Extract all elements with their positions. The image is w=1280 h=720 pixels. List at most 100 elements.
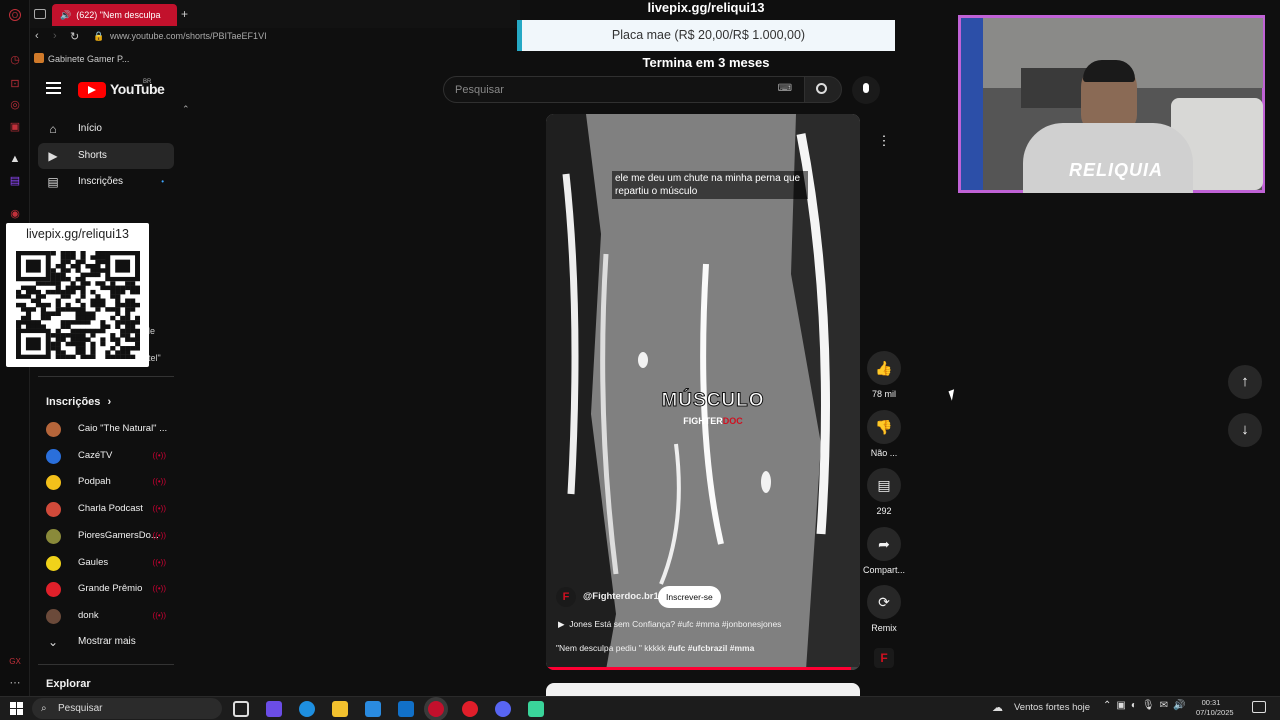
dislike-button[interactable]: 👎 Não ... (862, 410, 906, 458)
search-input[interactable]: Pesquisar ⌨ (443, 76, 805, 103)
obs-icon[interactable] (462, 701, 478, 717)
edge-icon[interactable] (299, 701, 315, 717)
sidebar-item-home[interactable]: ⌂ Início (38, 116, 174, 142)
subscription-item[interactable]: Charla Podcast ((•)) (38, 496, 174, 522)
subscription-item[interactable]: Podpah ((•)) (38, 469, 174, 495)
outlook-icon[interactable] (398, 701, 414, 717)
channel-name[interactable]: @Fighterdoc.br1 (583, 591, 659, 602)
remix-button[interactable]: ⟳ Remix (862, 585, 906, 633)
system-tray-icons[interactable]: ⌃▣◐🎙✉🔊 (1103, 700, 1190, 711)
like-count: 78 mil (871, 389, 896, 399)
subscription-name: Podpah (78, 476, 111, 488)
search-button[interactable] (804, 76, 842, 103)
subscription-item[interactable]: PioresGamersDo... ((•)) (38, 523, 174, 549)
progress-track[interactable] (546, 667, 860, 670)
subscription-item[interactable]: Grande Prêmio ((•)) (38, 576, 174, 602)
gx-icon[interactable]: GX (9, 656, 21, 668)
sidebar-item-label: Início (78, 123, 102, 134)
subscription-item[interactable]: Caio "The Natural" ... (38, 416, 174, 442)
audio-icon: 🔊 (60, 10, 72, 20)
menu-icon[interactable] (46, 82, 61, 94)
subscription-item[interactable]: CazéTV ((•)) (38, 443, 174, 469)
clock[interactable]: 00:31 07/10/2025 (1196, 698, 1234, 718)
video-caption: ele me deu um chute na minha perna que r… (612, 171, 808, 199)
more-icon[interactable]: ⋯ (9, 677, 21, 689)
keyboard-icon[interactable]: ⌨ (778, 76, 792, 102)
youtube-logo-icon[interactable] (78, 82, 106, 98)
task-view-icon[interactable] (233, 701, 249, 717)
youtube-logo-text[interactable]: YouTube (110, 81, 165, 97)
weather-text[interactable]: Ventos fortes hoje (1014, 702, 1090, 713)
subscription-item[interactable]: donk ((•)) (38, 603, 174, 629)
new-tab-button[interactable]: + (181, 7, 188, 21)
next-short-preview[interactable] (546, 683, 860, 696)
subscriptions-header-label: Inscrições (46, 396, 101, 408)
file-explorer-icon[interactable] (332, 701, 348, 717)
bookmarks-bar: Gabinete Gamer P... (30, 50, 520, 68)
share-button[interactable]: ➦ Compart... (862, 527, 906, 575)
player-icon[interactable]: ◉ (9, 208, 21, 220)
messenger-icon[interactable]: ◎ (9, 99, 21, 111)
more-options-button[interactable]: ⋮ (869, 126, 899, 156)
home-icon: ⌂ (49, 122, 57, 136)
channel-avatar[interactable]: F (556, 587, 576, 607)
previous-short-button[interactable]: ↑ (1228, 365, 1262, 399)
subscriptions-header[interactable]: Inscrições › (46, 396, 111, 408)
url-field[interactable]: www.youtube.com/shorts/PBITaeEF1VI (110, 31, 267, 41)
watermark-fighter: FIGHTER (683, 416, 723, 426)
share-label: Compart... (862, 565, 905, 575)
workspaces-icon[interactable] (34, 9, 46, 19)
address-bar: ‹ › ↻ 🔒 www.youtube.com/shorts/PBITaeEF1… (30, 28, 520, 46)
subscribe-button[interactable]: Inscrever-se (658, 586, 721, 608)
show-more-button[interactable]: ⌄ Mostrar mais (38, 629, 174, 655)
instagram-icon[interactable]: ▣ (9, 121, 21, 133)
subscription-item[interactable]: Gaules ((•)) (38, 550, 174, 576)
next-short-button[interactable]: ↓ (1228, 413, 1262, 447)
like-icon: 👍 (867, 351, 901, 385)
shorts-video[interactable]: ele me deu um chute na minha perna que r… (546, 114, 860, 670)
twitch-icon[interactable]: ▤ (9, 175, 21, 187)
back-icon[interactable]: ‹ (35, 30, 39, 42)
subscription-name: CazéTV (78, 449, 113, 461)
browser-tab[interactable]: 🔊 (622) "Nem desculpa (52, 4, 177, 26)
history-icon[interactable]: ◷ (9, 54, 21, 66)
sidebar-item-shorts[interactable]: ▶ Shorts (38, 143, 174, 169)
taskbar-search[interactable]: ⌕ Pesquisar (32, 698, 222, 719)
mic-icon (863, 83, 869, 93)
voice-search-button[interactable] (852, 76, 880, 104)
sidebar-partial-text: tel" (148, 353, 161, 363)
chevron-right-icon: › (107, 396, 112, 408)
opera-gx-icon[interactable] (428, 701, 444, 717)
comments-button[interactable]: ▤ 292 (862, 468, 906, 516)
notifications-icon[interactable] (1252, 701, 1266, 713)
subscription-name: Caio "The Natural" ... (78, 423, 168, 434)
explore-header: Explorar (46, 678, 91, 690)
collapse-icon[interactable]: ⌃ (182, 104, 190, 115)
sidebar-item-subscriptions[interactable]: ▤ Inscrições • (38, 169, 174, 195)
store-icon[interactable] (365, 701, 381, 717)
sound-thumbnail[interactable]: F (874, 648, 894, 668)
video-description[interactable]: "Nem desculpa pediu " kkkkk #ufc #ufcbra… (556, 643, 754, 653)
reload-icon[interactable]: ↻ (70, 30, 79, 43)
app-icon[interactable] (528, 701, 544, 717)
channel-avatar (46, 555, 61, 571)
video-title-overlay: MÚSCULO (661, 390, 765, 412)
lock-icon[interactable]: ⊡ (9, 78, 21, 90)
aria-icon[interactable]: ▲ (9, 153, 21, 165)
playlist-link[interactable]: ▶ Jones Está sem Confiança? #ufc #mma #j… (558, 619, 781, 630)
search-icon: ⌕ (41, 703, 47, 714)
copilot-icon[interactable] (266, 701, 282, 717)
bookmark-item[interactable]: Gabinete Gamer P... (48, 54, 129, 64)
taskbar-search-placeholder: Pesquisar (58, 703, 103, 714)
qr-code-panel: livepix.gg/reliqui13 (6, 223, 149, 367)
webcam-logo-text: RELIQUIA (1069, 160, 1164, 180)
live-icon: ((•)) (152, 610, 166, 620)
start-icon[interactable] (10, 702, 23, 715)
goal-deadline: Termina em 3 meses (642, 55, 770, 70)
like-button[interactable]: 👍 78 mil (862, 351, 906, 399)
forward-icon[interactable]: › (53, 30, 57, 42)
live-icon: ((•)) (152, 530, 166, 540)
discord-icon[interactable] (495, 701, 511, 717)
opera-logo-icon[interactable]: O (9, 9, 21, 21)
qr-link-text: livepix.gg/reliqui13 (26, 227, 129, 241)
